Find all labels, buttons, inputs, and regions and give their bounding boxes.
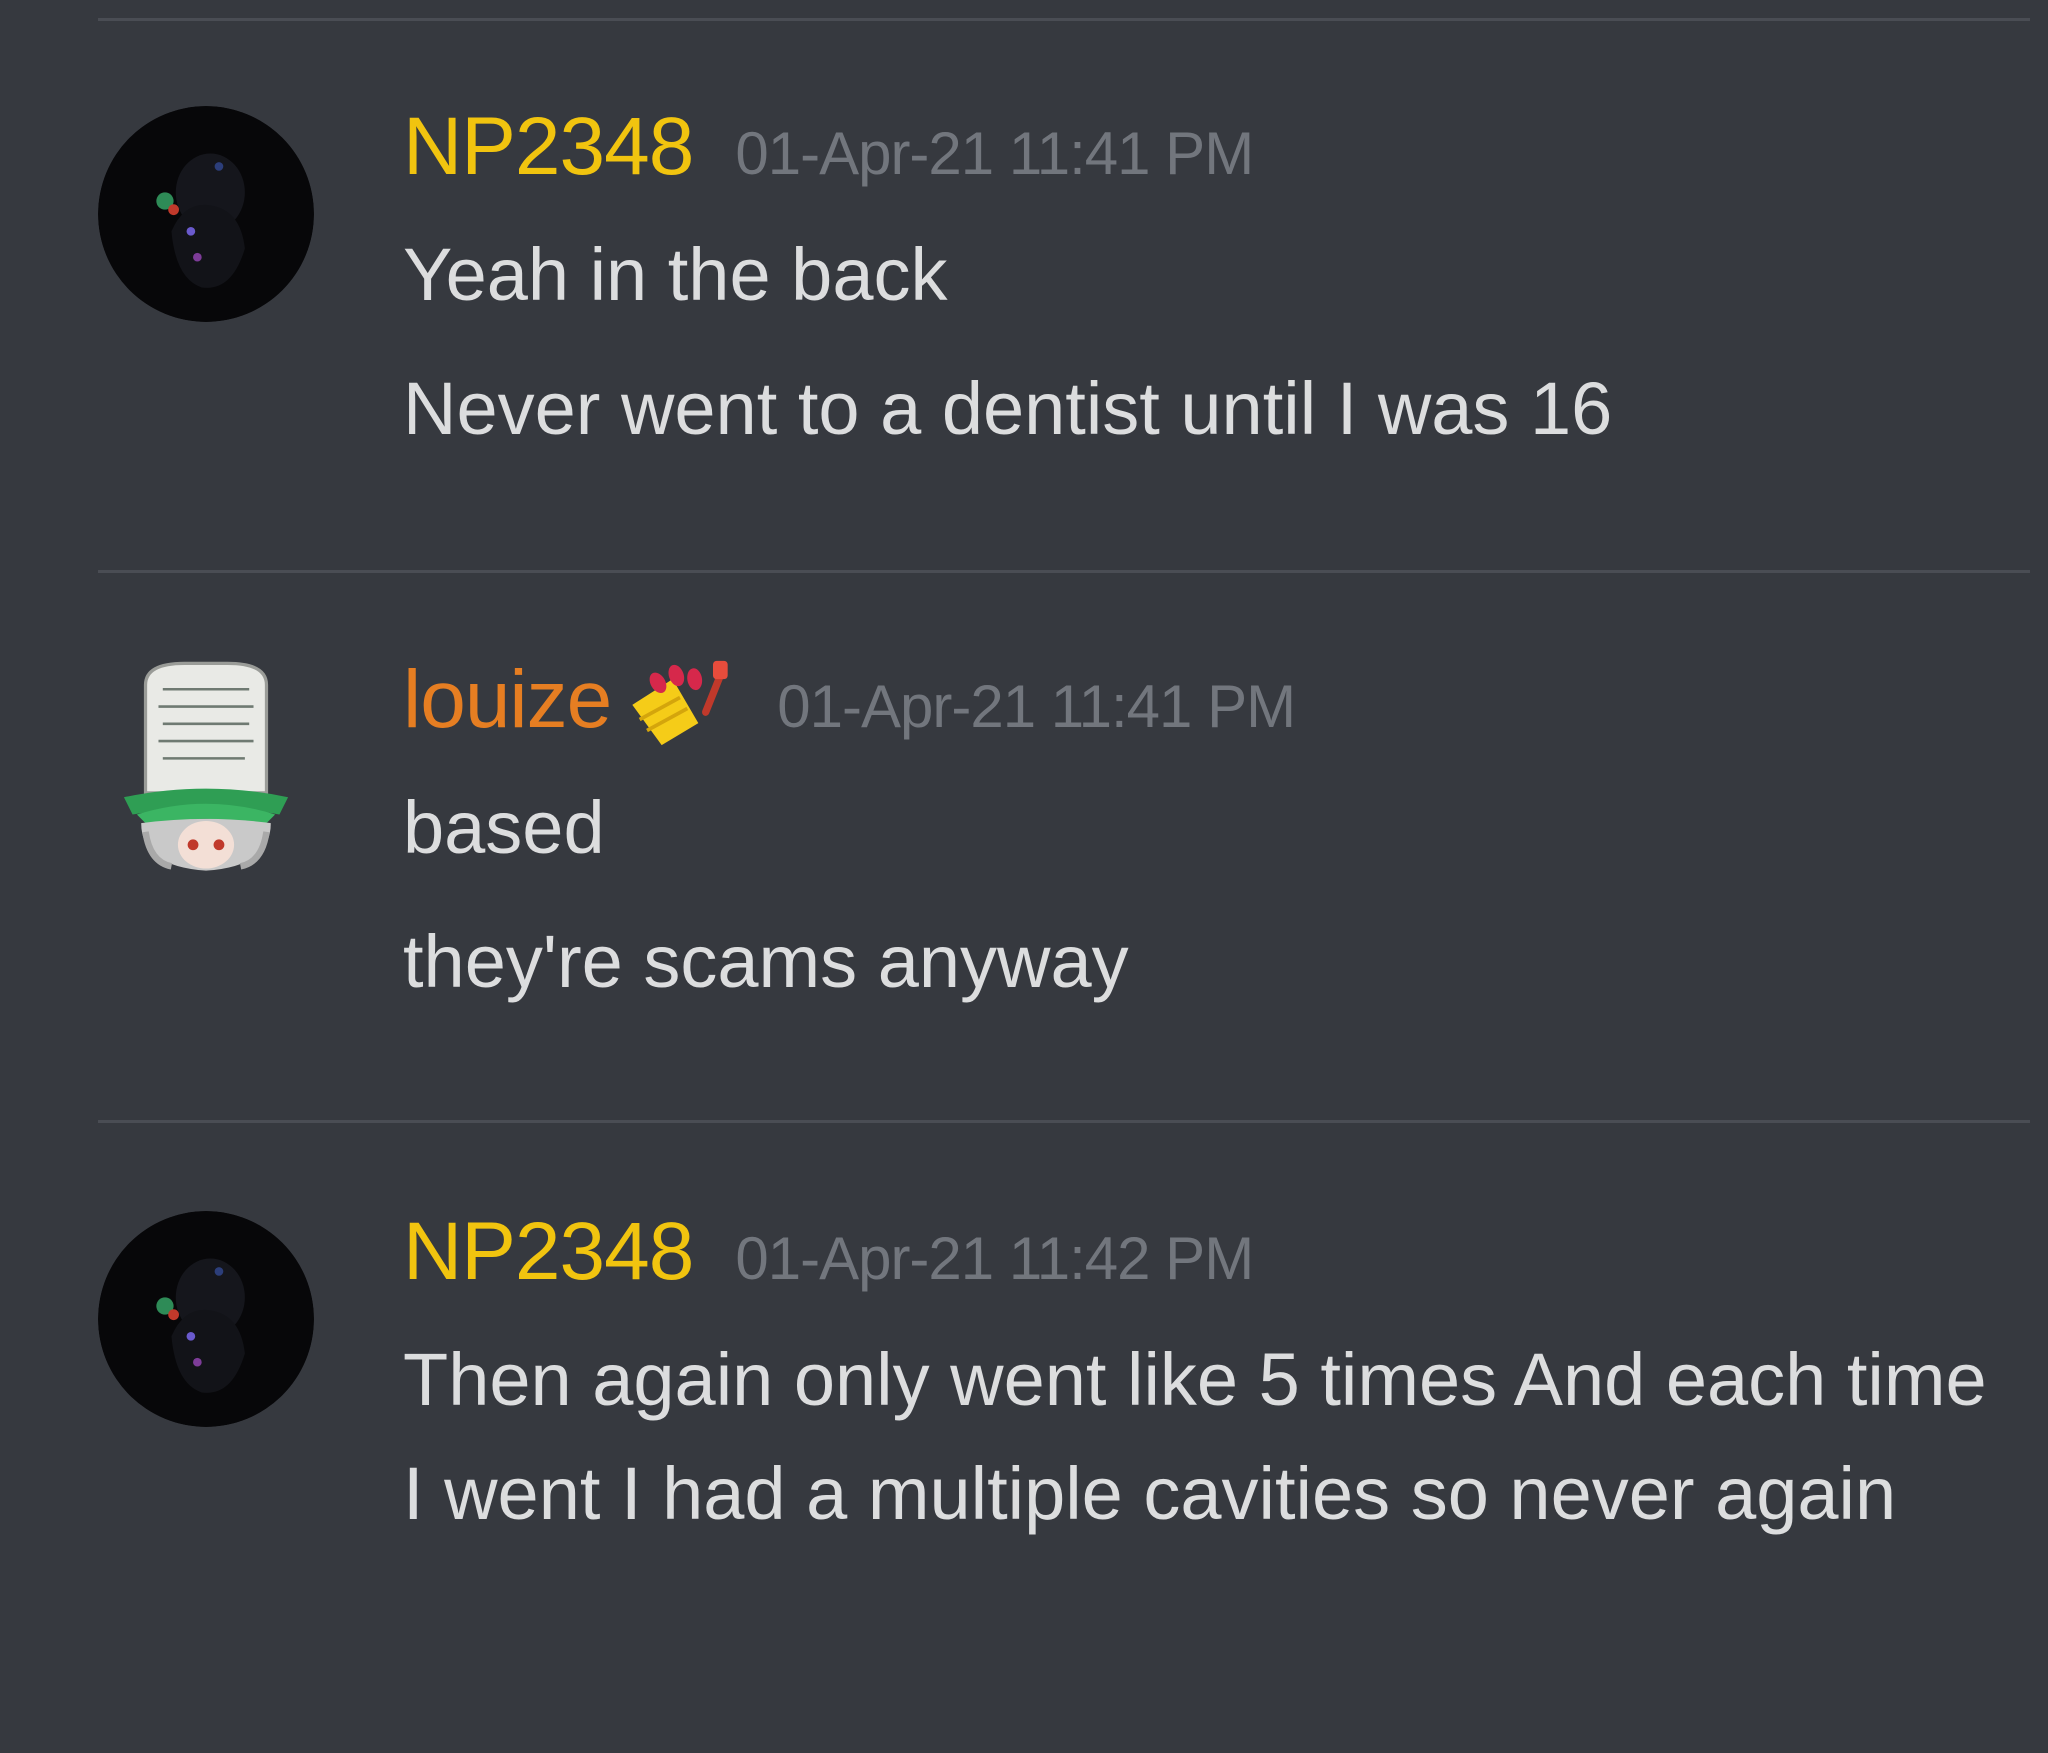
nail-polish-emoji-icon <box>625 653 735 753</box>
username[interactable]: louize <box>403 653 612 747</box>
message-divider <box>98 1120 2030 1123</box>
dark-figure-avatar-icon[interactable] <box>98 106 314 322</box>
message-header: NP2348 01-Apr-21 11:42 PM <box>403 1205 2018 1305</box>
message-header: louize 01-Apr-21 11:41 PM <box>403 653 2018 753</box>
message-text: they're scams anyway <box>403 920 1129 1003</box>
timestamp: 01-Apr-21 11:42 PM <box>735 1225 1254 1292</box>
dark-figure-avatar-icon[interactable] <box>98 1211 314 1427</box>
message-text: Yeah in the back <box>403 233 948 316</box>
avatar-image <box>98 1211 314 1427</box>
timestamp: 01-Apr-21 11:41 PM <box>735 120 1254 187</box>
message-text: Never went to a dentist until I was 16 <box>403 367 1613 450</box>
message-header: NP2348 01-Apr-21 11:41 PM <box>403 100 2018 200</box>
message-text: based <box>403 786 605 869</box>
username[interactable]: NP2348 <box>403 100 694 194</box>
timestamp: 01-Apr-21 11:41 PM <box>777 673 1296 740</box>
message-text: Then again only went like 5 times And ea… <box>403 1338 1987 1535</box>
username[interactable]: NP2348 <box>403 1205 694 1299</box>
anime-girl-tombstone-avatar-icon[interactable] <box>98 659 314 875</box>
message-divider <box>98 570 2030 573</box>
avatar-image <box>123 661 289 871</box>
message-divider <box>98 18 2030 21</box>
avatar-image <box>98 106 314 322</box>
